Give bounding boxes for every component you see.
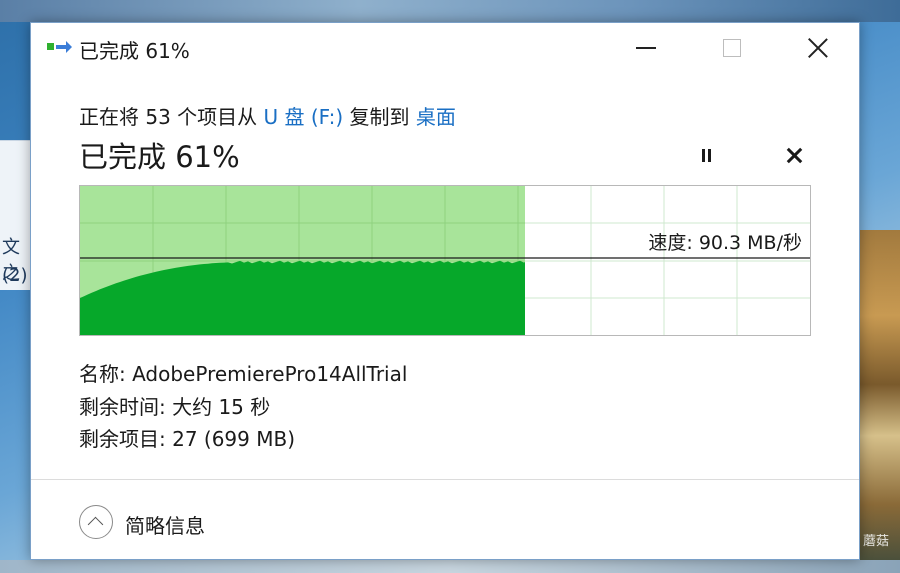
pause-icon xyxy=(702,149,705,162)
time-remaining: 剩余时间: 大约 15 秒 xyxy=(79,395,271,419)
chevron-up-icon[interactable] xyxy=(79,505,113,539)
description-prefix: 正在将 53 个项目从 xyxy=(79,105,264,129)
window-title: 已完成 61% xyxy=(79,39,190,63)
watermark: 蘑菇 xyxy=(862,534,889,549)
background-window: 文之 (2) xyxy=(0,140,30,290)
pause-button[interactable] xyxy=(697,147,717,167)
maximize-icon xyxy=(723,39,741,57)
copy-progress-dialog: 已完成 61% 正在将 53 个项目从 U 盘 (F:) 复制到 桌面 已完成 … xyxy=(30,22,860,560)
copy-description: 正在将 53 个项目从 U 盘 (F:) 复制到 桌面 xyxy=(79,101,456,130)
minimize-button[interactable] xyxy=(623,23,669,73)
close-icon xyxy=(807,37,829,59)
fewer-details-toggle[interactable]: 简略信息 xyxy=(125,510,205,539)
progress-heading: 已完成 61% xyxy=(79,140,240,174)
desktop-wallpaper-rocks xyxy=(858,230,900,573)
destination-link[interactable]: 桌面 xyxy=(416,105,456,129)
cancel-button[interactable] xyxy=(784,145,806,167)
speed-label: 速度: 90.3 MB/秒 xyxy=(648,232,802,254)
desktop-wallpaper-top xyxy=(0,0,900,22)
description-middle: 复制到 xyxy=(343,105,416,129)
background-text: (2) xyxy=(2,265,28,286)
title-bar[interactable]: 已完成 61% xyxy=(31,23,859,73)
close-window-button[interactable] xyxy=(795,23,841,73)
speed-graph-canvas xyxy=(80,186,810,335)
items-remaining: 剩余项目: 27 (699 MB) xyxy=(79,427,296,451)
minimize-icon xyxy=(636,47,656,49)
transfer-speed-graph: 速度: 90.3 MB/秒 xyxy=(79,185,811,336)
desktop-wallpaper-bottom xyxy=(0,560,900,573)
source-link[interactable]: U 盘 (F:) xyxy=(264,105,344,129)
copy-progress-icon xyxy=(47,41,72,57)
dialog-footer: 简略信息 xyxy=(31,479,859,559)
maximize-button[interactable] xyxy=(709,23,755,73)
file-name: 名称: AdobePremierePro14AllTrial xyxy=(79,362,408,386)
